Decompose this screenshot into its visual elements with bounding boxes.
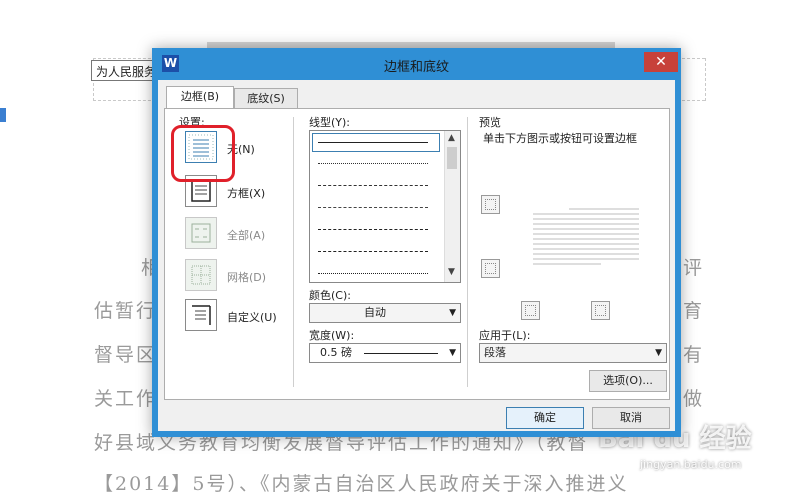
scroll-thumb[interactable] (447, 147, 457, 169)
line-style-scrollbar[interactable]: ▲ ▼ (444, 131, 460, 282)
border-top-button[interactable] (481, 195, 500, 214)
width-dropdown[interactable]: 0.5 磅 ▼ (309, 343, 461, 363)
doc-line-3-left: 督导区 (94, 344, 158, 366)
line-style-list[interactable]: ▲ ▼ (309, 130, 461, 283)
options-button[interactable]: 选项(O)... (589, 370, 667, 392)
grid-icon (191, 265, 211, 285)
dialog-client: 边框(B) 底纹(S) 设置: 无(N) 方框(X) 全部(A) 网格(D) 自… (158, 80, 675, 431)
border-right-button[interactable] (591, 301, 610, 320)
chevron-down-icon: ▼ (449, 348, 456, 358)
width-value: 0.5 磅 (320, 346, 352, 359)
tab-shading[interactable]: 底纹(S) (234, 88, 298, 109)
side-marker-icon (0, 108, 6, 122)
divider-1 (293, 117, 294, 387)
doc-line-2-left: 估暂行 (94, 300, 158, 322)
tab-borders[interactable]: 边框(B) (166, 86, 234, 109)
cancel-button[interactable]: 取消 (592, 407, 670, 429)
line-style-dash-dot-dot[interactable] (318, 273, 428, 274)
scroll-down-icon[interactable]: ▼ (448, 267, 455, 277)
scroll-up-icon[interactable]: ▲ (448, 133, 455, 143)
setting-box-label[interactable]: 方框(X) (227, 185, 265, 201)
preview-lines-icon (533, 208, 639, 265)
setting-grid-label[interactable]: 网格(D) (227, 269, 266, 285)
line-style-solid[interactable] (318, 142, 428, 143)
custom-border-icon (192, 305, 211, 325)
divider-2 (467, 117, 468, 387)
doc-line-3-right: 有 (683, 344, 705, 366)
chevron-down-icon: ▼ (449, 308, 456, 318)
doc-line-4-right: 做 (683, 388, 705, 410)
borders-shading-dialog: W 边框和底纹 ✕ 边框(B) 底纹(S) 设置: 无(N) 方框(X) 全部(… (152, 48, 681, 437)
doc-line-2-right: 育 (683, 300, 705, 322)
apply-to-dropdown[interactable]: 段落 ▼ (479, 343, 667, 363)
dialog-title: 边框和底纹 (383, 60, 449, 75)
close-button[interactable]: ✕ (644, 52, 678, 72)
color-label: 颜色(C): (309, 289, 351, 302)
setting-all-icon[interactable] (185, 217, 217, 249)
line-type-label: 线型(Y): (309, 116, 351, 129)
borders-panel: 设置: 无(N) 方框(X) 全部(A) 网格(D) 自定义(U) 线型(Y):… (164, 108, 670, 400)
width-line-sample (364, 353, 438, 354)
preview-label: 预览 (479, 116, 501, 129)
color-dropdown[interactable]: 自动 ▼ (309, 303, 461, 323)
dialog-titlebar[interactable]: W 边框和底纹 ✕ (152, 48, 681, 78)
preview-page[interactable] (531, 207, 641, 271)
line-style-dash-dot[interactable] (318, 229, 428, 230)
width-label: 宽度(W): (309, 329, 355, 342)
setting-custom-icon[interactable] (185, 299, 217, 331)
doc-line-1-right: 评 (683, 257, 705, 279)
ok-button[interactable]: 确定 (506, 407, 584, 429)
color-value: 自动 (364, 306, 386, 319)
line-style-dotted[interactable] (318, 163, 428, 164)
setting-custom-label[interactable]: 自定义(U) (227, 309, 277, 325)
apply-to-label: 应用于(L): (479, 329, 531, 342)
line-style-dashed[interactable] (318, 207, 428, 208)
grid-all-icon (191, 223, 211, 243)
preview-hint: 单击下方图示或按钮可设置边框 (483, 132, 637, 145)
chevron-down-icon: ▼ (655, 348, 662, 358)
line-style-dashed-short[interactable] (318, 185, 428, 186)
border-bottom-button[interactable] (481, 259, 500, 278)
setting-all-label[interactable]: 全部(A) (227, 227, 265, 243)
apply-to-value: 段落 (484, 346, 506, 359)
doc-line-4-left: 关工作 (94, 388, 158, 410)
border-left-button[interactable] (521, 301, 540, 320)
watermark-url: jingyan.baidu.com (640, 458, 742, 471)
header-frame-right (705, 58, 706, 101)
line-style-long-dash[interactable] (318, 251, 428, 252)
highlight-circle (171, 125, 235, 182)
setting-grid-icon[interactable] (185, 259, 217, 291)
